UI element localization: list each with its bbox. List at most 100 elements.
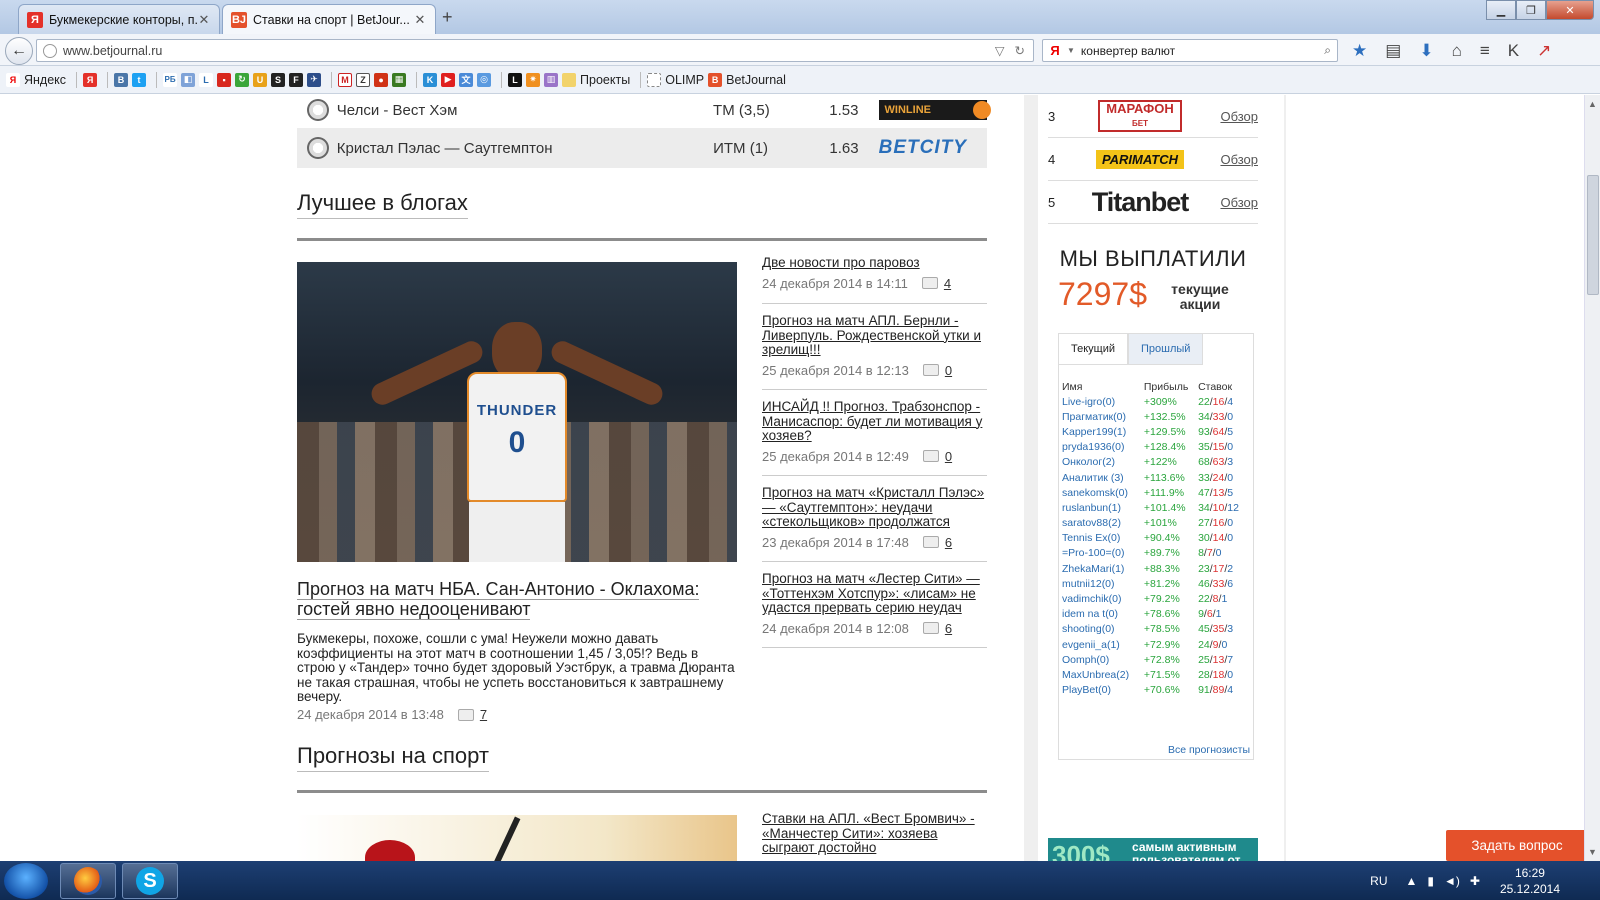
search-engine-dropdown-icon[interactable]: ▼ <box>1067 46 1075 55</box>
betcity-logo[interactable]: BETCITY <box>879 137 987 159</box>
twitter-icon[interactable]: t <box>132 72 147 87</box>
table-row[interactable]: Oomph(0) +72.8% 25/13/7 <box>1062 652 1248 667</box>
back-arrow-icon[interactable]: ← <box>5 37 33 65</box>
table-row[interactable]: Live-igro(0) +309% 22/16/4 <box>1062 394 1248 409</box>
tipster-name[interactable]: PlayBet(0) <box>1062 683 1144 698</box>
close-tab-icon[interactable]: ✕ <box>197 12 211 28</box>
tray-app-icon[interactable]: ✚ <box>1470 874 1480 888</box>
bookmaker-rank-row[interactable]: 5 Titanbet Обзор <box>1048 181 1258 224</box>
magnifier-icon[interactable]: ⌕ <box>1324 43 1331 58</box>
match-row[interactable]: Кристал Пэлас — Саутгемптон ИТМ (1) 1.63… <box>297 128 987 168</box>
window-close-icon[interactable]: ✕ <box>1546 0 1594 20</box>
bookmark-yandex[interactable]: Я Яндекс <box>6 72 66 87</box>
tipster-name[interactable]: =Pro-100=(0) <box>1062 546 1144 561</box>
news-item[interactable]: Ставки на АПЛ. «Вест Бромвич» - «Манчест… <box>762 812 987 860</box>
tab-current[interactable]: Текущий <box>1058 333 1128 365</box>
tab-previous[interactable]: Прошлый <box>1128 333 1204 365</box>
tipster-name[interactable]: MaxUnbrea(2) <box>1062 667 1144 682</box>
tipster-name[interactable]: ruslanbun(1) <box>1062 500 1144 515</box>
bookmark-star-icon[interactable]: ★ <box>1352 41 1367 61</box>
vk-icon[interactable]: B <box>114 72 129 87</box>
tipster-name[interactable]: Аналитик (3) <box>1062 470 1144 485</box>
start-button-icon[interactable] <box>4 863 48 899</box>
translate-icon[interactable]: 文 <box>459 72 474 87</box>
table-row[interactable]: Онколог(2) +122% 68/63/3 <box>1062 455 1248 470</box>
globe-blue-icon[interactable]: ◎ <box>477 72 492 87</box>
l-icon[interactable]: L <box>199 72 214 87</box>
bookmark-betjournal[interactable]: B BetJournal <box>708 72 786 87</box>
s-black-icon[interactable]: S <box>271 72 286 87</box>
language-indicator[interactable]: RU <box>1370 874 1387 888</box>
extension-k-icon[interactable]: K <box>1508 41 1519 61</box>
close-tab-icon[interactable]: ✕ <box>413 12 427 28</box>
marathon-logo[interactable]: МАРАФОН БЕТ <box>1074 100 1206 132</box>
restore-icon[interactable]: ❐ <box>1516 0 1546 20</box>
review-link[interactable]: Обзор <box>1220 109 1258 124</box>
tipster-name[interactable]: Tennis Ex(0) <box>1062 531 1144 546</box>
site-icon[interactable]: ◧ <box>181 72 196 87</box>
featured-article-image[interactable]: THUNDER 0 <box>297 262 737 562</box>
ask-question-button[interactable]: Задать вопрос <box>1446 830 1588 861</box>
extension-arrow-icon[interactable]: ↗ <box>1537 41 1551 61</box>
table-row[interactable]: sanekomsk(0) +111.9% 47/13/5 <box>1062 485 1248 500</box>
table-row[interactable]: pryda1936(0) +128.4% 35/15/0 <box>1062 440 1248 455</box>
table-row[interactable]: Аналитик (3) +113.6% 33/24/0 <box>1062 470 1248 485</box>
search-input[interactable]: конвертер валют <box>1081 44 1175 58</box>
table-row[interactable]: PlayBet(0) +70.6% 91/89/4 <box>1062 683 1248 698</box>
scroll-down-icon[interactable]: ▼ <box>1588 847 1597 857</box>
table-row[interactable]: saratov88(2) +101% 27/16/0 <box>1062 516 1248 531</box>
promo-banner[interactable]: 300$ самым активным пользователям от <box>1048 838 1258 861</box>
table-row[interactable]: =Pro-100=(0) +89.7% 8/7/0 <box>1062 546 1248 561</box>
tipster-name[interactable]: shooting(0) <box>1062 622 1144 637</box>
table-row[interactable]: ZhekaMari(1) +88.3% 23/17/2 <box>1062 561 1248 576</box>
dropdown-arrow-icon[interactable]: ▽ <box>995 43 1005 58</box>
all-tipsters-link[interactable]: Все прогнозисты <box>1130 744 1250 756</box>
match-row[interactable]: Челси - Вест Хэм ТМ (3,5) 1.53 WINLINE <box>297 90 991 130</box>
orange-u-icon[interactable]: U <box>253 72 268 87</box>
titanbet-logo[interactable]: Titanbet <box>1074 187 1206 218</box>
new-tab-plus-icon[interactable]: + <box>442 7 453 28</box>
review-link[interactable]: Обзор <box>1220 195 1258 210</box>
current-promos-link[interactable]: текущие акции <box>1160 282 1240 312</box>
comment-count[interactable]: 7 <box>480 707 487 722</box>
yandex-y-icon[interactable]: Я <box>83 72 98 87</box>
tipster-name[interactable]: Oomph(0) <box>1062 652 1144 667</box>
taskbar-firefox[interactable] <box>60 863 116 899</box>
news-item[interactable]: Прогноз на матч АПЛ. Бернли - Ливерпуль.… <box>762 313 987 390</box>
search-bar[interactable]: Я ▼ конвертер валют ⌕ <box>1042 39 1338 62</box>
table-row[interactable]: ruslanbun(1) +101.4% 34/10/12 <box>1062 500 1248 515</box>
bookmarks-list-icon[interactable]: ▤ <box>1385 41 1401 61</box>
live-icon[interactable]: ▪ <box>217 72 232 87</box>
taskbar-skype[interactable]: S <box>122 863 178 899</box>
featured-article-title[interactable]: Прогноз на матч НБА. Сан-Антонио - Оклах… <box>297 579 737 620</box>
news-item[interactable]: Две новости про паровоз 24 декабря 2014 … <box>762 255 987 304</box>
table-row[interactable]: evgenii_a(1) +72.9% 24/9/0 <box>1062 637 1248 652</box>
orange-star-icon[interactable]: ✷ <box>526 72 541 87</box>
review-link[interactable]: Обзор <box>1220 152 1258 167</box>
network-signal-icon[interactable]: ▮ <box>1427 874 1434 888</box>
youtube-icon[interactable]: ▶ <box>441 72 456 87</box>
purple-chart-icon[interactable]: ▥ <box>544 72 559 87</box>
news-item[interactable]: ИНСАЙД !! Прогноз. Трабзонспор - Манисас… <box>762 399 987 476</box>
tipster-name[interactable]: pryda1936(0) <box>1062 440 1144 455</box>
scrollbar-thumb[interactable] <box>1587 175 1599 295</box>
minimize-icon[interactable]: ▁ <box>1486 0 1516 20</box>
rb-icon[interactable]: РБ <box>163 72 178 87</box>
download-arrow-icon[interactable]: ⬇ <box>1419 41 1433 61</box>
news-item[interactable]: Прогноз на матч «Кристалл Пэлэс» — «Саут… <box>762 485 987 562</box>
table-row[interactable]: mutnii12(0) +81.2% 46/33/6 <box>1062 576 1248 591</box>
z-icon[interactable]: Z <box>356 72 371 87</box>
table-row[interactable]: MaxUnbrea(2) +71.5% 28/18/0 <box>1062 667 1248 682</box>
news-item[interactable]: Прогноз на матч «Лестер Сити» — «Тоттенх… <box>762 571 987 648</box>
tipster-name[interactable]: ZhekaMari(1) <box>1062 561 1144 576</box>
page-scrollbar[interactable]: ▲ ▼ <box>1584 95 1600 861</box>
menu-icon[interactable]: ≡ <box>1480 41 1490 61</box>
tipster-name[interactable]: Прагматик(0) <box>1062 409 1144 424</box>
tipster-name[interactable]: mutnii12(0) <box>1062 576 1144 591</box>
parimatch-logo[interactable]: PARIMATCH <box>1074 149 1206 169</box>
bookmark-olimp[interactable]: OLIMP <box>647 72 704 87</box>
address-bar[interactable]: www.betjournal.ru ▽ ↻ <box>36 39 1034 62</box>
table-row[interactable]: Прагматик(0) +132.5% 34/33/0 <box>1062 409 1248 424</box>
browser-tab-2[interactable]: BJ Ставки на спорт | BetJour... ✕ <box>222 4 436 34</box>
clock[interactable]: 16:29 25.12.2014 <box>1500 865 1560 897</box>
